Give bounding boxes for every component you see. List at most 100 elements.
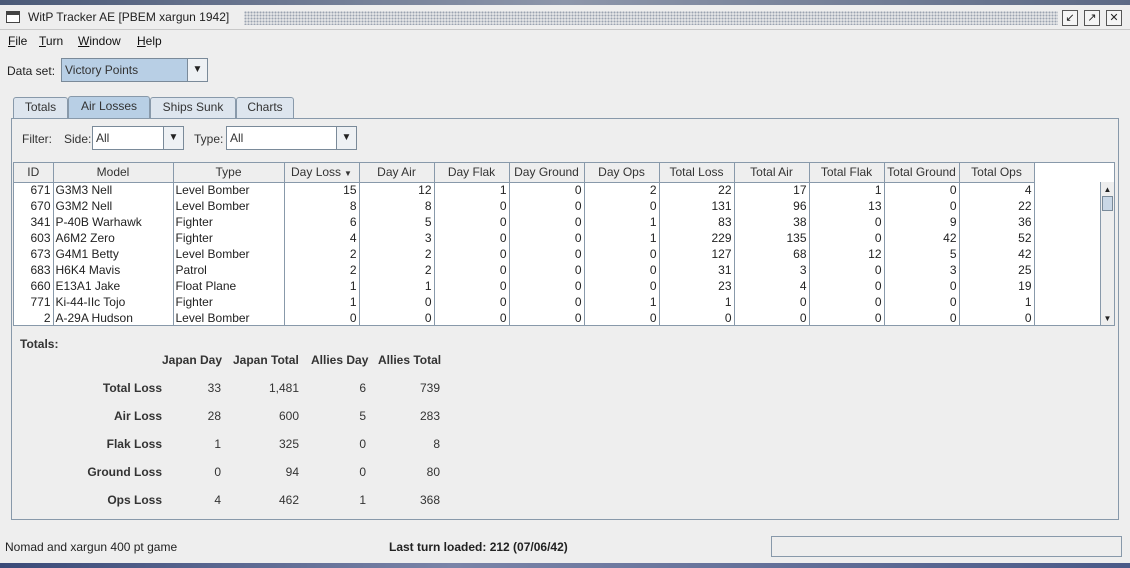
column-header-total-ops[interactable]: Total Ops	[959, 163, 1035, 183]
column-header-type[interactable]: Type	[173, 163, 285, 183]
chevron-down-icon[interactable]: ▼	[187, 59, 207, 81]
table-cell: 0	[509, 182, 585, 198]
table-cell: 683	[14, 262, 54, 278]
table-cell: Ki-44-IIc Tojo	[53, 294, 174, 310]
table-cell: 1	[284, 294, 360, 310]
table-cell: 0	[434, 262, 510, 278]
tab-totals[interactable]: Totals	[13, 97, 68, 118]
table-row[interactable]: 2 A-29A Hudson Level Bomber 0 0 0 0 0 0 0 0 0 0	[14, 310, 1035, 325]
column-header-total-loss[interactable]: Total Loss	[659, 163, 735, 183]
air-losses-table[interactable]: ID Model Type Day Loss ▼ Day Air Day Flak…	[13, 162, 1115, 326]
tab-ships-sunk[interactable]: Ships Sunk	[150, 97, 236, 118]
table-cell: 0	[434, 214, 510, 230]
table-cell: 31	[659, 262, 735, 278]
table-cell: 0	[884, 310, 960, 325]
title-bar-top-strip	[0, 0, 1130, 5]
column-header-day-flak[interactable]: Day Flak	[434, 163, 510, 183]
column-header-total-ground[interactable]: Total Ground	[884, 163, 960, 183]
scroll-up-icon[interactable]: ▲	[1101, 184, 1114, 196]
title-bar[interactable]: WitP Tracker AE [PBEM xargun 1942] ↙ ↗ ✕	[0, 0, 1130, 30]
column-header-day-air[interactable]: Day Air	[359, 163, 435, 183]
totals-heading: Totals:	[20, 337, 59, 351]
tab-air-losses[interactable]: Air Losses	[68, 96, 150, 119]
table-cell: 2	[284, 262, 360, 278]
totals-col-allies-day: Allies Day	[311, 353, 369, 367]
dataset-select[interactable]: Victory Points ▼	[61, 58, 208, 82]
table-cell: 0	[434, 294, 510, 310]
last-turn-status: Last turn loaded: 212 (07/06/42)	[389, 540, 568, 554]
totals-value: 1	[214, 437, 221, 451]
maximize-icon[interactable]: ↗	[1084, 10, 1100, 26]
scroll-down-icon[interactable]: ▼	[1101, 313, 1114, 325]
table-cell: 0	[809, 310, 885, 325]
column-header-id[interactable]: ID	[14, 163, 54, 183]
table-cell: H6K4 Mavis	[53, 262, 174, 278]
title-bar-grip-pattern	[244, 11, 1058, 25]
table-cell: 1	[434, 182, 510, 198]
table-cell: 38	[734, 214, 810, 230]
menu-window[interactable]: Window	[78, 34, 121, 48]
table-cell: 83	[659, 214, 735, 230]
table-cell: 42	[884, 230, 960, 246]
column-header-day-loss[interactable]: Day Loss ▼	[284, 163, 360, 183]
totals-col-allies-total: Allies Total	[378, 353, 442, 367]
table-cell: E13A1 Jake	[53, 278, 174, 294]
totals-value: 80	[426, 465, 440, 479]
type-filter-label: Type:	[194, 132, 224, 146]
totals-value: 4	[214, 493, 221, 507]
table-cell: 0	[284, 310, 360, 325]
totals-row-label: Flak Loss	[106, 437, 162, 451]
table-cell: 1	[959, 294, 1035, 310]
table-row[interactable]: 771 Ki-44-IIc Tojo Fighter 1 0 0 0 1 1 0 0 0 1	[14, 294, 1035, 310]
table-cell: 0	[809, 214, 885, 230]
table-row[interactable]: 673 G4M1 Betty Level Bomber 2 2 0 0 0 127 68 12 5 42	[14, 246, 1035, 262]
table-cell: Level Bomber	[173, 310, 285, 325]
column-header-model[interactable]: Model	[53, 163, 174, 183]
table-vertical-scrollbar[interactable]: ▲ ▼	[1100, 182, 1114, 325]
table-row[interactable]: 603 A6M2 Zero Fighter 4 3 0 0 1 229 135 0 42 52	[14, 230, 1035, 246]
column-header-total-flak[interactable]: Total Flak	[809, 163, 885, 183]
chevron-down-icon[interactable]: ▼	[336, 127, 356, 149]
table-cell: 96	[734, 198, 810, 214]
totals-col-japan-day: Japan Day	[162, 353, 223, 367]
side-filter-select[interactable]: All ▼	[92, 126, 184, 150]
table-cell: 0	[584, 246, 660, 262]
table-cell: 4	[284, 230, 360, 246]
table-cell: 603	[14, 230, 54, 246]
restore-down-icon[interactable]: ↙	[1062, 10, 1078, 26]
table-cell: 0	[584, 198, 660, 214]
totals-value: 5	[359, 409, 366, 423]
table-cell: 25	[959, 262, 1035, 278]
column-header-day-ground[interactable]: Day Ground	[509, 163, 585, 183]
close-icon[interactable]: ✕	[1106, 10, 1122, 26]
table-cell: 3	[734, 262, 810, 278]
table-cell: 0	[359, 310, 435, 325]
menu-turn[interactable]: Turn	[39, 34, 63, 48]
totals-row-label: Ground Loss	[87, 465, 162, 479]
table-cell: 12	[809, 246, 885, 262]
table-cell: Fighter	[173, 230, 285, 246]
table-row[interactable]: 671 G3M3 Nell Level Bomber 15 12 1 0 2 22 17 1 0 4	[14, 182, 1035, 198]
column-header-total-air[interactable]: Total Air	[734, 163, 810, 183]
chevron-down-icon[interactable]: ▼	[163, 127, 183, 149]
table-row[interactable]: 660 E13A1 Jake Float Plane 1 1 0 0 0 23 4 0 0 19	[14, 278, 1035, 294]
scrollbar-thumb[interactable]	[1102, 196, 1113, 211]
type-filter-select[interactable]: All ▼	[226, 126, 357, 150]
table-cell: 0	[434, 310, 510, 325]
column-header-day-ops[interactable]: Day Ops	[584, 163, 660, 183]
totals-value: 8	[433, 437, 440, 451]
totals-value: 94	[285, 465, 299, 479]
menu-file[interactable]: File	[8, 34, 27, 48]
menu-help[interactable]: Help	[137, 34, 162, 48]
table-row[interactable]: 670 G3M2 Nell Level Bomber 8 8 0 0 0 131 96 13 0 22	[14, 198, 1035, 214]
table-cell: Level Bomber	[173, 198, 285, 214]
table-cell: 8	[359, 198, 435, 214]
table-cell: Fighter	[173, 214, 285, 230]
table-row[interactable]: 341 P-40B Warhawk Fighter 6 5 0 0 1 83 38 0 9 36	[14, 214, 1035, 230]
table-cell: 771	[14, 294, 54, 310]
table-cell: 0	[959, 310, 1035, 325]
tab-charts[interactable]: Charts	[236, 97, 294, 118]
totals-value: 368	[419, 493, 440, 507]
table-row[interactable]: 683 H6K4 Mavis Patrol 2 2 0 0 0 31 3 0 3 25	[14, 262, 1035, 278]
table-cell: 0	[809, 278, 885, 294]
